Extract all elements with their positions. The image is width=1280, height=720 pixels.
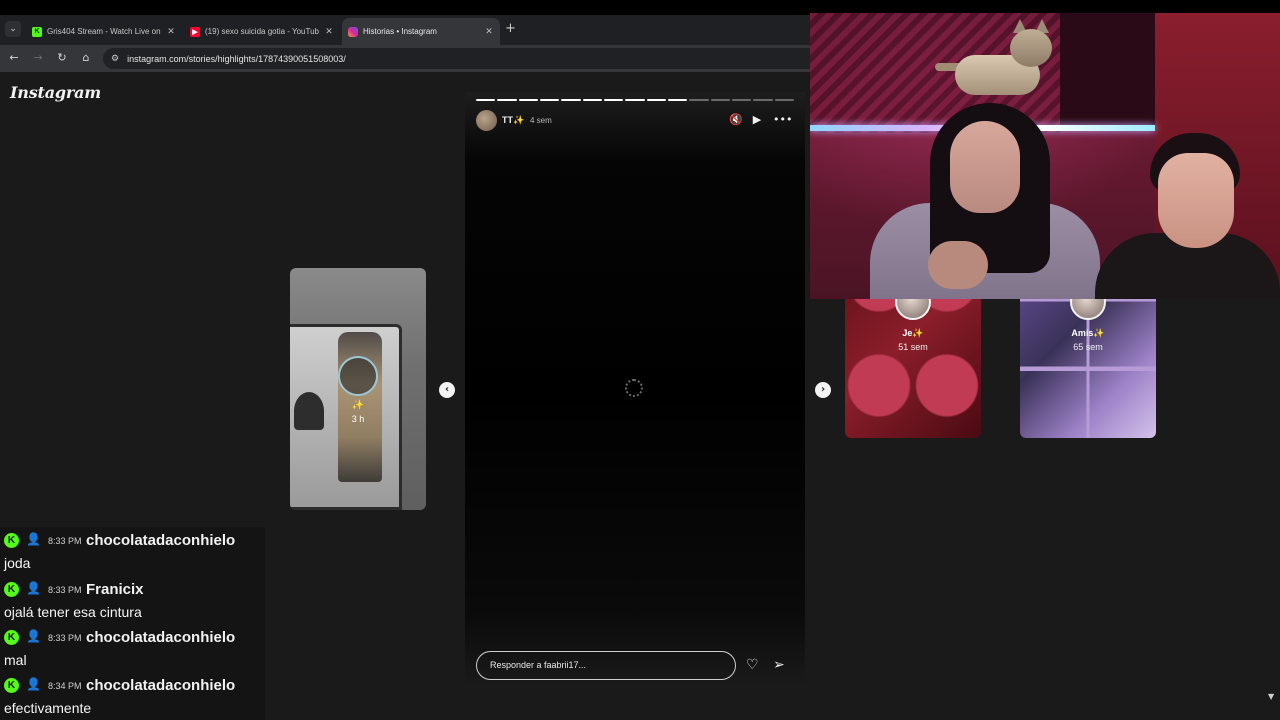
cat-head xyxy=(1010,29,1052,67)
tab-instagram[interactable]: Historias • Instagram ✕ xyxy=(342,18,500,45)
progress-segment xyxy=(646,99,666,101)
progress-segment xyxy=(753,99,773,101)
story-username[interactable]: TT✨ xyxy=(502,115,524,126)
streamer-left-face xyxy=(950,121,1020,213)
progress-segment xyxy=(603,99,624,101)
forward-icon[interactable]: → xyxy=(30,50,46,66)
user-icon: 👤 xyxy=(26,677,41,691)
tab-kick[interactable]: K Gris404 Stream - Watch Live on ✕ xyxy=(26,18,182,45)
progress-segment xyxy=(689,99,709,101)
site-info-icon[interactable]: ⚙ xyxy=(111,54,119,64)
chat-timestamp: 8:34 PM xyxy=(48,681,82,691)
story-progress-bar xyxy=(476,99,794,101)
user-icon: 👤 xyxy=(26,581,41,595)
scroll-down-icon[interactable]: ▼ xyxy=(1268,692,1274,701)
kick-badge-icon: K xyxy=(4,630,19,645)
chat-text: joda xyxy=(4,555,31,571)
loading-spinner-icon xyxy=(625,379,643,397)
story-username: Je✨ xyxy=(902,328,924,338)
sparkle-badge: ✨ xyxy=(351,400,365,411)
progress-segment xyxy=(731,99,752,101)
kick-badge-icon: K xyxy=(4,678,19,693)
progress-segment xyxy=(497,99,517,101)
home-icon[interactable]: ⌂ xyxy=(78,50,94,66)
chat-text: mal xyxy=(4,652,27,668)
muted-speaker-icon[interactable]: 🔇 xyxy=(729,113,743,126)
story-age: 3 h xyxy=(351,414,365,424)
chat-message: K 👤 8:33 PM chocolatadaconhielo joda xyxy=(0,527,265,575)
progress-segment xyxy=(582,99,602,101)
more-options-icon[interactable]: ••• xyxy=(773,113,792,126)
chat-text: ojalá tener esa cintura xyxy=(4,604,142,620)
chat-username: Franicix xyxy=(86,581,144,598)
streamer-right-face xyxy=(1158,153,1234,248)
story-viewer: TT✨ 4 sem 🔇 ▶ ••• Responder a faabrii17.… xyxy=(465,92,805,689)
progress-segment xyxy=(476,99,496,101)
send-icon[interactable]: ➢ xyxy=(773,657,785,673)
story-age: 65 sem xyxy=(1073,342,1103,352)
avatar xyxy=(338,356,378,396)
chat-username: chocolatadaconhielo xyxy=(86,629,236,646)
tab-title: Gris404 Stream - Watch Live on xyxy=(47,27,161,36)
story-username: Amis✨ xyxy=(1071,328,1105,338)
reply-input[interactable]: Responder a faabrii17... xyxy=(476,651,736,680)
youtube-icon: ▶ xyxy=(190,26,200,37)
story-timestamp: 4 sem xyxy=(530,116,552,125)
close-icon[interactable]: ✕ xyxy=(166,27,176,37)
tab-title: Historias • Instagram xyxy=(363,27,437,36)
screen: { "browser": { "tabs": [ {"title": "Gris… xyxy=(0,0,1280,720)
chat-username: chocolatadaconhielo xyxy=(86,532,236,549)
webcam-overlay xyxy=(810,13,1280,299)
chat-timestamp: 8:33 PM xyxy=(48,633,82,643)
tab-search-button[interactable]: ⌄ xyxy=(5,21,21,37)
progress-segment xyxy=(518,99,538,101)
kick-icon: K xyxy=(32,26,42,37)
kick-badge-icon: K xyxy=(4,533,19,548)
heart-icon[interactable]: ♡ xyxy=(746,657,759,673)
progress-segment xyxy=(625,99,645,101)
user-icon: 👤 xyxy=(26,532,41,546)
shelf xyxy=(1060,13,1155,125)
story-age: 51 sem xyxy=(898,342,928,352)
progress-segment xyxy=(667,99,688,101)
chair-image xyxy=(294,392,324,430)
cat-sticker xyxy=(935,15,1055,105)
browser-toolbar: ← → ↻ ⌂ ⚙ instagram.com/stories/highligh… xyxy=(0,45,810,72)
back-icon[interactable]: ← xyxy=(6,50,22,66)
reload-icon[interactable]: ↻ xyxy=(54,50,70,66)
chat-timestamp: 8:33 PM xyxy=(48,536,82,546)
streamer-left-hand xyxy=(928,241,988,289)
instagram-logo[interactable]: Instagram xyxy=(10,83,101,102)
chat-message: K 👤 8:33 PM chocolatadaconhielo mal xyxy=(0,624,265,672)
chat-message: K 👤 8:33 PM Franicix ojalá tener esa cin… xyxy=(0,576,265,624)
tab-youtube[interactable]: ▶ (19) sexo suicida gotia - YouTub ✕ xyxy=(184,18,340,45)
previous-story-card[interactable]: ✨ 3 h xyxy=(290,268,426,510)
progress-segment xyxy=(710,99,730,101)
progress-segment xyxy=(539,99,560,101)
kick-badge-icon: K xyxy=(4,582,19,597)
tab-title: (19) sexo suicida gotia - YouTub xyxy=(205,27,319,36)
stream-chat-overlay: K 👤 8:33 PM chocolatadaconhielo joda K 👤… xyxy=(0,527,265,720)
user-icon: 👤 xyxy=(26,629,41,643)
close-icon[interactable]: ✕ xyxy=(484,27,494,37)
chat-username: chocolatadaconhielo xyxy=(86,677,236,694)
play-icon[interactable]: ▶ xyxy=(750,113,764,126)
chat-message: K 👤 8:34 PM chocolatadaconhielo efectiva… xyxy=(0,672,265,720)
chat-timestamp: 8:33 PM xyxy=(48,585,82,595)
url-text[interactable]: instagram.com/stories/highlights/1787439… xyxy=(127,54,346,64)
tab-bar: ⌄ K Gris404 Stream - Watch Live on ✕ ▶ (… xyxy=(0,15,810,45)
progress-segment xyxy=(774,99,794,101)
address-bar[interactable]: ⚙ instagram.com/stories/highlights/17874… xyxy=(103,48,810,69)
close-icon[interactable]: ✕ xyxy=(324,27,334,37)
next-story-button[interactable]: › xyxy=(815,382,831,398)
progress-segment xyxy=(561,99,581,101)
instagram-icon xyxy=(348,26,358,37)
previous-story-button[interactable]: ‹ xyxy=(439,382,455,398)
chat-text: efectivamente xyxy=(4,700,92,716)
avatar[interactable] xyxy=(476,110,497,131)
new-tab-button[interactable]: + xyxy=(505,21,516,36)
